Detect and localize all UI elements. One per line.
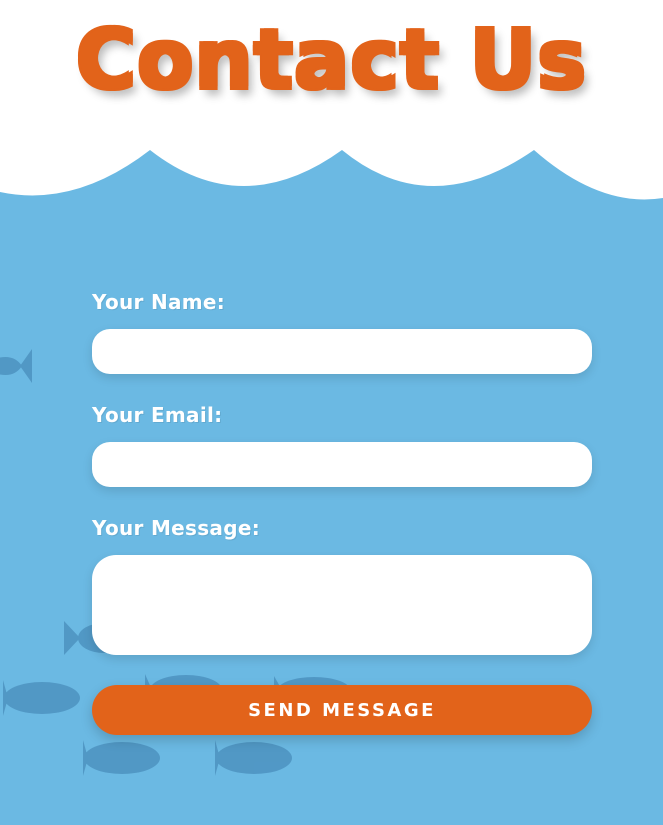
email-label: Your Email:	[92, 403, 223, 427]
name-input[interactable]	[92, 329, 592, 374]
page-title: Contact Us	[75, 13, 588, 108]
name-label: Your Name:	[92, 290, 226, 314]
email-input[interactable]	[92, 442, 592, 487]
message-label: Your Message:	[92, 516, 261, 540]
message-textarea[interactable]	[92, 555, 592, 655]
send-message-button[interactable]: SEND MESSAGE	[92, 685, 592, 735]
